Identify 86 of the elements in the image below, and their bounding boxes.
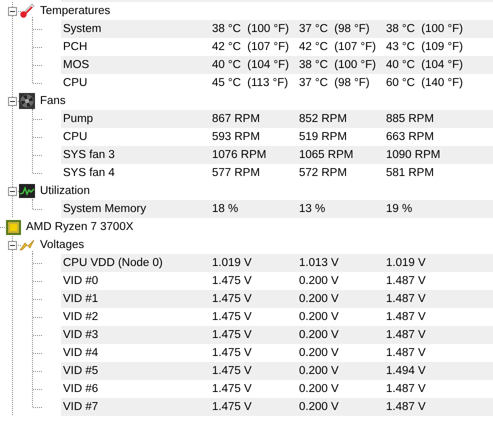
sensor-value: 1.013 V [299,257,340,269]
sensor-value: 593 RPM [212,131,261,143]
sensor-value: 885 RPM [386,113,435,125]
sensor-value: 60 °C (140 °F) [386,77,464,89]
sensor-name: SYS fan 3 [62,149,116,161]
sensor-value: 1065 RPM [299,149,354,161]
sensor-value: 1.487 V [386,383,427,395]
sensor-name: VID #7 [62,401,100,413]
sensor-name: CPU VDD (Node 0) [62,257,164,269]
sensor-value: 40 °C (104 °F) [212,59,290,71]
collapse-toggle[interactable] [8,96,17,106]
sensor-value: 1.475 V [212,329,253,341]
sensor-name: CPU [62,77,88,89]
collapse-toggle[interactable] [8,186,17,196]
sensor-value: 1076 RPM [212,149,268,161]
sensor-value: 581 RPM [386,167,435,179]
sensor-value: 577 RPM [212,167,261,179]
sensor-name: VID #6 [62,383,100,395]
sensor-value: 0.200 V [299,311,340,323]
sensor-value: 19 % [386,203,414,215]
sensor-value: 519 RPM [299,131,348,143]
sensor-value: 42 °C (107 °F) [299,41,377,53]
thermometer-icon [19,3,35,19]
chip-icon [6,220,21,234]
sensor-value: 43 °C (109 °F) [386,41,464,53]
sensor-value: 1.487 V [386,275,427,287]
sensor-value: 1.487 V [386,293,427,305]
sensor-value: 0.200 V [299,365,340,377]
sensor-value: 1090 RPM [386,149,442,161]
sensor-name: CPU [62,131,88,143]
sensor-value: 0.200 V [299,383,340,395]
sensor-name: VID #3 [62,329,100,341]
collapse-toggle[interactable] [8,6,17,16]
sensor-name: VID #4 [62,347,100,359]
sensor-value: 37 °C (98 °F) [299,77,371,89]
sensor-value: 13 % [299,203,326,215]
sensor-value: 0.200 V [299,275,340,287]
sensor-value: 1.475 V [212,365,253,377]
sensor-value: 37 °C (98 °F) [299,23,371,35]
sensor-value: 45 °C (113 °F) [212,77,290,89]
sensor-value: 0.200 V [299,347,340,359]
sensor-value: 38 °C (100 °F) [386,23,464,35]
sensor-name: VID #0 [62,275,100,287]
group-label: Utilization [40,185,90,197]
sensor-name: Pump [62,113,94,125]
sensor-name: VID #1 [62,293,100,305]
sensor-value: 1.475 V [212,401,253,413]
sensor-value: 1.487 V [386,329,427,341]
device-label: AMD Ryzen 7 3700X [26,221,134,233]
group-label: Temperatures [40,5,110,17]
sensor-value: 572 RPM [299,167,348,179]
sensor-value: 0.200 V [299,329,340,341]
sensor-value: 42 °C (107 °F) [212,41,290,53]
sensor-value: 1.019 V [386,257,427,269]
sensor-name: PCH [62,41,88,53]
sensor-name: VID #5 [62,365,100,377]
sensor-value: 1.494 V [386,365,427,377]
sensor-value: 1.487 V [386,401,427,413]
sensor-value: 0.200 V [299,293,340,305]
sensor-value: 1.487 V [386,347,427,359]
sensor-value: 18 % [212,203,240,215]
sensor-value: 40 °C (104 °F) [386,59,464,71]
sensor-value: 1.475 V [212,311,253,323]
sensor-value: 1.475 V [212,293,253,305]
sensor-value: 1.019 V [212,257,253,269]
fan-icon [19,93,35,109]
sensor-value: 38 °C (100 °F) [212,23,290,35]
sensor-value: 1.487 V [386,311,427,323]
chart-icon [19,184,35,198]
sensor-value: 0.200 V [299,401,340,413]
sensor-value: 1.475 V [212,383,253,395]
sensor-name: MOS [62,59,90,71]
sensor-value: 852 RPM [299,113,348,125]
sensor-name: VID #2 [62,311,100,323]
sensor-name: SYS fan 4 [62,167,116,179]
group-label: Voltages [40,239,84,251]
sensor-name: System [62,23,102,35]
lightning-icon [19,239,35,251]
sensor-value: 1.475 V [212,347,253,359]
sensor-value: 1.475 V [212,275,253,287]
group-label: Fans [40,95,66,107]
sensor-value: 663 RPM [386,131,435,143]
sensor-name: System Memory [62,203,148,215]
sensor-value: 867 RPM [212,113,261,125]
sensor-value: 38 °C (100 °F) [299,59,377,71]
collapse-toggle[interactable] [8,240,17,250]
